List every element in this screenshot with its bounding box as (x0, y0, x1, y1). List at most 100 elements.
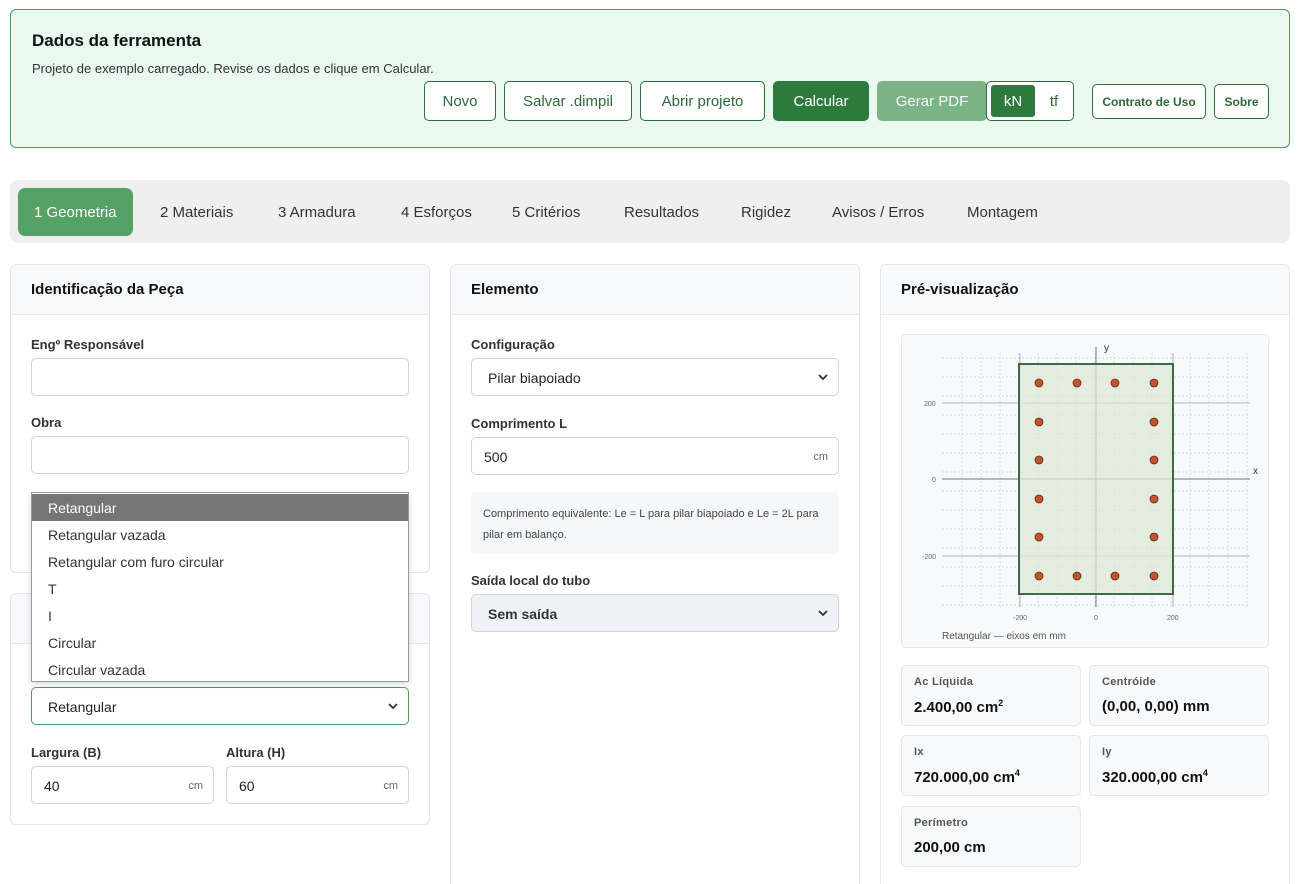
header-title: Dados da ferramenta (32, 31, 202, 50)
width-label: Largura (B) (31, 745, 102, 760)
stat-centroid-value: (0,00, 0,00) mm (1102, 698, 1210, 715)
tab-esforcos[interactable]: 4 Esforços (385, 188, 488, 236)
header-subtitle: Projeto de exemplo carregado. Revise os … (32, 61, 434, 76)
preview-title: Pré-visualização (901, 281, 1019, 298)
length-value: 500 (484, 449, 508, 465)
stat-perimeter: Perímetro 200,00 cm (901, 806, 1081, 867)
chevron-down-icon (388, 703, 398, 710)
tab-armadura[interactable]: 3 Armadura (262, 188, 372, 236)
rebar-point (1034, 455, 1044, 465)
y-axis-label: y (1104, 343, 1109, 354)
save-button[interactable]: Salvar .dimpil (504, 81, 632, 121)
config-label: Configuração (471, 337, 555, 352)
rebar-point (1149, 417, 1159, 427)
option-circular-vazada[interactable]: Circular vazada (32, 656, 408, 683)
rebar-point (1034, 378, 1044, 388)
section-preview: y x 200 0 -200 -200 0 200 Retangular — e… (901, 334, 1269, 648)
rebar-point (1149, 455, 1159, 465)
generate-pdf-button[interactable]: Gerar PDF (877, 81, 987, 121)
tab-avisos-erros[interactable]: Avisos / Erros (816, 188, 940, 236)
calculate-button[interactable]: Calcular (773, 81, 869, 121)
tube-outlet-select[interactable]: Sem saída (471, 594, 839, 632)
engineer-input[interactable] (31, 358, 409, 396)
x-tick-200: 200 (1167, 615, 1179, 622)
stat-ac: Ac Líquida 2.400,00 cm2 (901, 665, 1081, 726)
rebar-point (1034, 571, 1044, 581)
tab-geometria[interactable]: 1 Geometria (18, 188, 133, 236)
tab-materiais[interactable]: 2 Materiais (144, 188, 249, 236)
chevron-down-icon (818, 610, 828, 617)
stat-ix: Ix 720.000,00 cm4 (901, 735, 1081, 796)
config-value: Pilar biapoiado (488, 370, 581, 386)
rebar-point (1149, 571, 1159, 581)
width-unit: cm (188, 780, 203, 792)
width-value: 40 (44, 778, 60, 794)
stat-perimeter-value: 200,00 cm (914, 839, 986, 856)
tab-montagem[interactable]: Montagem (951, 188, 1054, 236)
stat-ix-value: 720.000,00 cm4 (914, 768, 1020, 786)
unit-toggle: kN tf (986, 81, 1074, 121)
rebar-point (1149, 532, 1159, 542)
obra-label: Obra (31, 415, 62, 430)
stat-ix-label: Ix (914, 746, 924, 758)
section-preview-drawing: y x 200 0 -200 -200 0 200 Retangular — e… (922, 343, 1258, 642)
length-input[interactable]: 500 cm (471, 437, 839, 475)
length-unit: cm (813, 451, 828, 463)
stat-iy-value: 320.000,00 cm4 (1102, 768, 1208, 786)
height-value: 60 (239, 778, 255, 794)
rebar-point (1149, 378, 1159, 388)
rebar-point (1034, 532, 1044, 542)
rebar-point (1110, 571, 1120, 581)
open-project-button[interactable]: Abrir projeto (640, 81, 765, 121)
stat-centroid: Centróide (0,00, 0,00) mm (1089, 665, 1269, 726)
tab-bar: 1 Geometria 2 Materiais 3 Armadura 4 Esf… (10, 180, 1290, 243)
tool-data-header: Dados da ferramenta Projeto de exemplo c… (10, 9, 1290, 148)
option-i[interactable]: I (32, 602, 408, 629)
stat-iy-label: Iy (1102, 746, 1112, 758)
option-retangular-furo-circular[interactable]: Retangular com furo circular (32, 548, 408, 575)
height-input[interactable]: 60 cm (226, 766, 409, 804)
rebar-point (1110, 378, 1120, 388)
preview-caption: Retangular — eixos em mm (942, 631, 1066, 642)
rebar-point (1072, 571, 1082, 581)
stat-perimeter-label: Perímetro (914, 817, 969, 829)
tab-resultados[interactable]: Resultados (608, 188, 715, 236)
option-retangular-vazada[interactable]: Retangular vazada (32, 521, 408, 548)
stat-iy: Iy 320.000,00 cm4 (1089, 735, 1269, 796)
rebar-point (1072, 378, 1082, 388)
unit-kn-button[interactable]: kN (991, 85, 1035, 117)
about-button[interactable]: Sobre (1214, 84, 1269, 119)
option-circular[interactable]: Circular (32, 629, 408, 656)
stat-ac-value: 2.400,00 cm2 (914, 698, 1004, 716)
section-outline (1018, 363, 1174, 595)
element-title: Elemento (471, 281, 539, 298)
x-axis-label: x (1253, 466, 1258, 477)
height-unit: cm (383, 780, 398, 792)
tab-rigidez[interactable]: Rigidez (725, 188, 807, 236)
y-tick-0: 0 (932, 477, 936, 484)
chevron-down-icon (818, 374, 828, 381)
y-tick-neg200: -200 (922, 554, 936, 561)
terms-of-use-button[interactable]: Contrato de Uso (1092, 84, 1206, 119)
option-retangular[interactable]: Retangular (32, 494, 408, 521)
height-label: Altura (H) (226, 745, 286, 760)
stat-ac-label: Ac Líquida (914, 676, 974, 688)
unit-tf-button[interactable]: tf (1037, 85, 1071, 117)
tube-outlet-value: Sem saída (488, 606, 558, 622)
engineer-label: Engº Responsável (31, 337, 145, 352)
obra-input[interactable] (31, 436, 409, 474)
width-input[interactable]: 40 cm (31, 766, 214, 804)
new-button[interactable]: Novo (424, 81, 496, 121)
tube-outlet-label: Saída local do tubo (471, 573, 591, 588)
length-label: Comprimento L (471, 416, 568, 431)
length-info-note: Comprimento equivalente: Le = L para pil… (471, 492, 839, 554)
option-t[interactable]: T (32, 575, 408, 602)
x-tick-0: 0 (1094, 615, 1098, 622)
section-type-select[interactable]: Retangular (31, 687, 409, 725)
x-tick-neg200: -200 (1013, 615, 1027, 622)
tab-criterios[interactable]: 5 Critérios (496, 188, 596, 236)
rebar-point (1034, 417, 1044, 427)
config-select[interactable]: Pilar biapoiado (471, 358, 839, 396)
y-tick-200: 200 (924, 401, 936, 408)
section-type-value: Retangular (48, 699, 117, 715)
